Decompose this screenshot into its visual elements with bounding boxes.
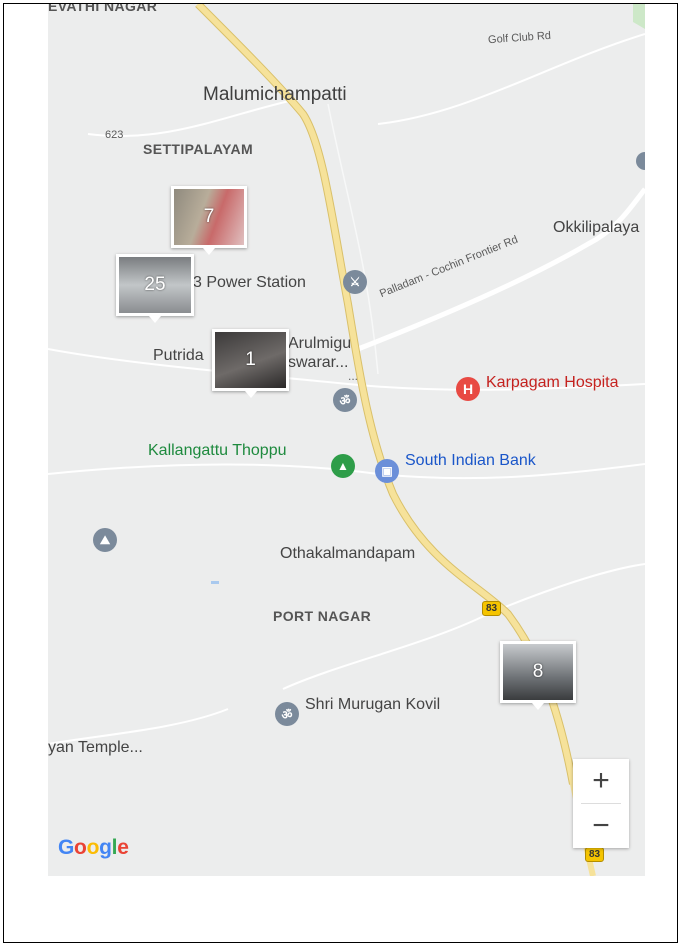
landmark-icon[interactable]: ⚔: [343, 270, 367, 294]
photo-cluster[interactable]: 25: [116, 254, 194, 323]
place-label-malumichampatti: Malumichampatti: [203, 84, 347, 105]
park-icon[interactable]: ▲: [331, 454, 355, 478]
map-view[interactable]: EVATHI NAGAR SETTIPALAYAM PORT NAGAR Mal…: [48, 4, 645, 876]
photo-cluster-count: 7: [203, 206, 215, 227]
zoom-controls: + −: [573, 759, 629, 848]
photo-cluster-count: 8: [532, 661, 544, 682]
poi-label-shri-murugan[interactable]: Shri Murugan Kovil: [305, 696, 440, 714]
road-label-623: 623: [105, 129, 124, 141]
area-label-settipalayam: SETTIPALAYAM: [143, 141, 254, 157]
photo-cluster-count: 1: [245, 349, 256, 370]
google-logo[interactable]: Google: [58, 836, 129, 860]
logo-letter: e: [117, 836, 129, 859]
temple-icon-murugan[interactable]: ॐ: [275, 702, 299, 726]
area-label-revathi-nagar: EVATHI NAGAR: [48, 4, 158, 14]
area-label-port-nagar: PORT NAGAR: [273, 608, 372, 624]
route-shield-83-bottom: 83: [585, 847, 605, 862]
temple-icon[interactable]: ॐ: [333, 388, 357, 412]
place-label-othakalmandapam: Othakalmandapam: [280, 545, 416, 562]
poi-label-karpagam[interactable]: Karpagam Hospita: [486, 374, 619, 392]
poi-label-temple[interactable]: yan Temple...: [48, 739, 143, 757]
poi-label-dots: ...: [348, 369, 359, 383]
poi-label-arulmigu[interactable]: Arulmigu: [288, 335, 351, 353]
photo-cluster[interactable]: 1: [212, 329, 289, 398]
place-label-okkilipalaya: Okkilipalaya: [553, 219, 640, 236]
poi-label-south-indian-bank[interactable]: South Indian Bank: [405, 452, 536, 470]
logo-letter: G: [58, 836, 75, 859]
poi-label-kallangattu[interactable]: Kallangattu Thoppu: [148, 442, 286, 460]
logo-letter: o: [74, 836, 87, 859]
photo-cluster[interactable]: 7: [171, 186, 247, 255]
poi-label-power-station[interactable]: 3 Power Station: [193, 274, 306, 292]
route-shield-83: 83: [482, 601, 502, 616]
logo-letter: o: [86, 836, 100, 859]
photo-cluster-count: 25: [144, 274, 166, 295]
zoom-out-button[interactable]: −: [573, 804, 629, 848]
poi-label-eswarar[interactable]: swarar...: [288, 354, 348, 372]
poi-label-putrida[interactable]: Putrida: [153, 347, 204, 365]
worship-icon[interactable]: ⛰: [93, 528, 117, 552]
zoom-in-button[interactable]: +: [573, 759, 629, 803]
logo-letter: g: [99, 836, 112, 859]
hospital-icon[interactable]: H: [456, 377, 480, 401]
photo-cluster[interactable]: 8: [500, 641, 576, 710]
bank-icon[interactable]: ▣: [375, 459, 399, 483]
